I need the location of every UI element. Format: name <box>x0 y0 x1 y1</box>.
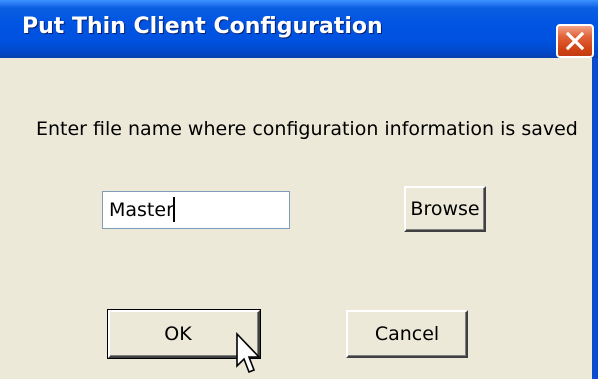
file-name-input[interactable] <box>102 191 290 229</box>
text-caret <box>173 197 175 222</box>
dialog-body: Enter file name where configuration info… <box>0 58 598 379</box>
title-bar[interactable]: Put Thin Client Configuration <box>0 0 598 58</box>
browse-button[interactable]: Browse <box>404 186 486 232</box>
cancel-button[interactable]: Cancel <box>346 310 468 358</box>
dialog-window: Put Thin Client Configuration Enter file… <box>0 0 598 379</box>
ok-button[interactable]: OK <box>107 309 261 359</box>
close-button[interactable] <box>556 24 594 58</box>
ok-button-label: OK <box>164 323 192 345</box>
window-title: Put Thin Client Configuration <box>22 14 383 39</box>
prompt-label: Enter file name where configuration info… <box>36 118 578 140</box>
close-icon <box>565 31 585 51</box>
